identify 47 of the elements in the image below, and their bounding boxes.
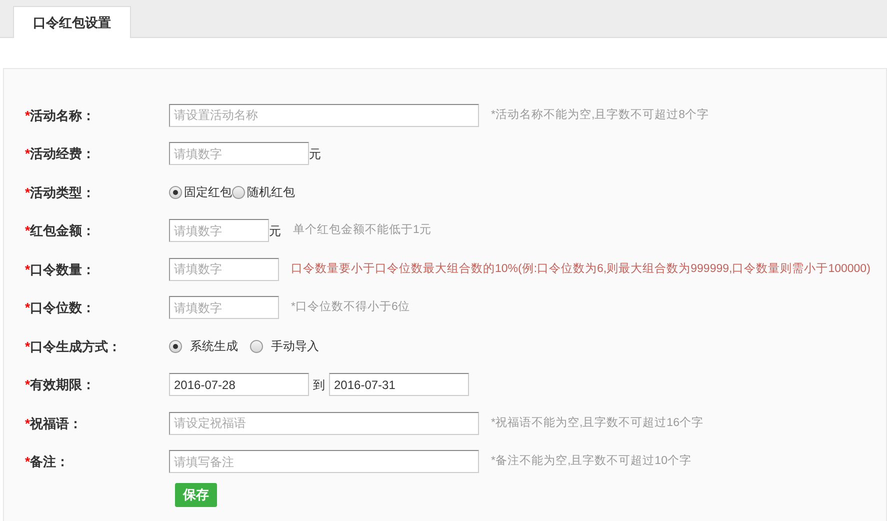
radio-label: 手动导入 <box>271 338 319 356</box>
hint-text: *备注不能为空,且字数不可超过10个字 <box>491 453 692 470</box>
required-mark: * <box>25 184 30 202</box>
hint-text: *口令位数不得小于6位 <box>291 300 410 316</box>
field-label: 有效期限： <box>30 376 96 394</box>
field-label: 祝福语： <box>30 414 82 432</box>
field-label: 活动类型： <box>30 184 96 202</box>
field-label: 口令数量： <box>30 260 96 278</box>
tab[interactable]: 口令红包设置 <box>13 6 131 38</box>
input-field[interactable]: 请填数字 <box>169 142 309 166</box>
input-field[interactable]: 请填写备注 <box>169 450 479 474</box>
required-mark: * <box>25 222 30 240</box>
date-field[interactable]: 2016-07-28 <box>169 373 309 396</box>
radio-label: 随机红包 <box>247 184 295 202</box>
field-label: 活动经费： <box>30 145 96 163</box>
radio-button[interactable] <box>232 186 245 199</box>
field-label: 口令位数： <box>30 299 96 317</box>
required-mark: * <box>25 145 30 163</box>
required-mark: * <box>25 299 30 317</box>
unit-label: 元 <box>309 146 321 163</box>
field-label: 活动名称： <box>30 106 96 124</box>
unit-label: 元 <box>269 222 281 240</box>
input-field[interactable]: 请填数字 <box>169 296 279 320</box>
hint-text: *活动名称不能为空,且字数不可超过8个字 <box>491 107 710 123</box>
radio-button[interactable] <box>169 186 182 199</box>
required-mark: * <box>25 414 30 432</box>
date-field[interactable]: 2016-07-31 <box>329 373 469 396</box>
radio-label: 系统生成 <box>190 338 238 356</box>
radio-label: 固定红包 <box>184 184 232 202</box>
required-mark: * <box>25 260 30 278</box>
radio-button[interactable] <box>169 340 182 353</box>
input-field[interactable]: 请设定祝福语 <box>169 412 479 435</box>
field-label: 口令生成方式： <box>30 338 122 356</box>
input-field[interactable]: 请填数字 <box>169 258 279 281</box>
hint-text: *祝福语不能为空,且字数不可超过16个字 <box>491 415 704 431</box>
hint-text: 单个红包金额不能低于1元 <box>293 222 432 238</box>
radio-button[interactable] <box>250 340 263 353</box>
input-field[interactable]: 请填数字 <box>169 219 269 242</box>
required-mark: * <box>25 338 30 356</box>
range-separator: 到 <box>313 376 325 394</box>
hint-text: 口令数量要小于口令位数最大组合数的10%(例:口令位数为6,则最大组合数为999999,口令数量则需小于100000) <box>291 262 870 277</box>
required-mark: * <box>25 453 30 471</box>
field-label: 红包金额： <box>30 222 96 240</box>
input-field[interactable]: 请设置活动名称 <box>169 104 479 127</box>
required-mark: * <box>25 106 30 124</box>
field-label: 备注： <box>30 453 70 471</box>
required-mark: * <box>25 376 30 394</box>
